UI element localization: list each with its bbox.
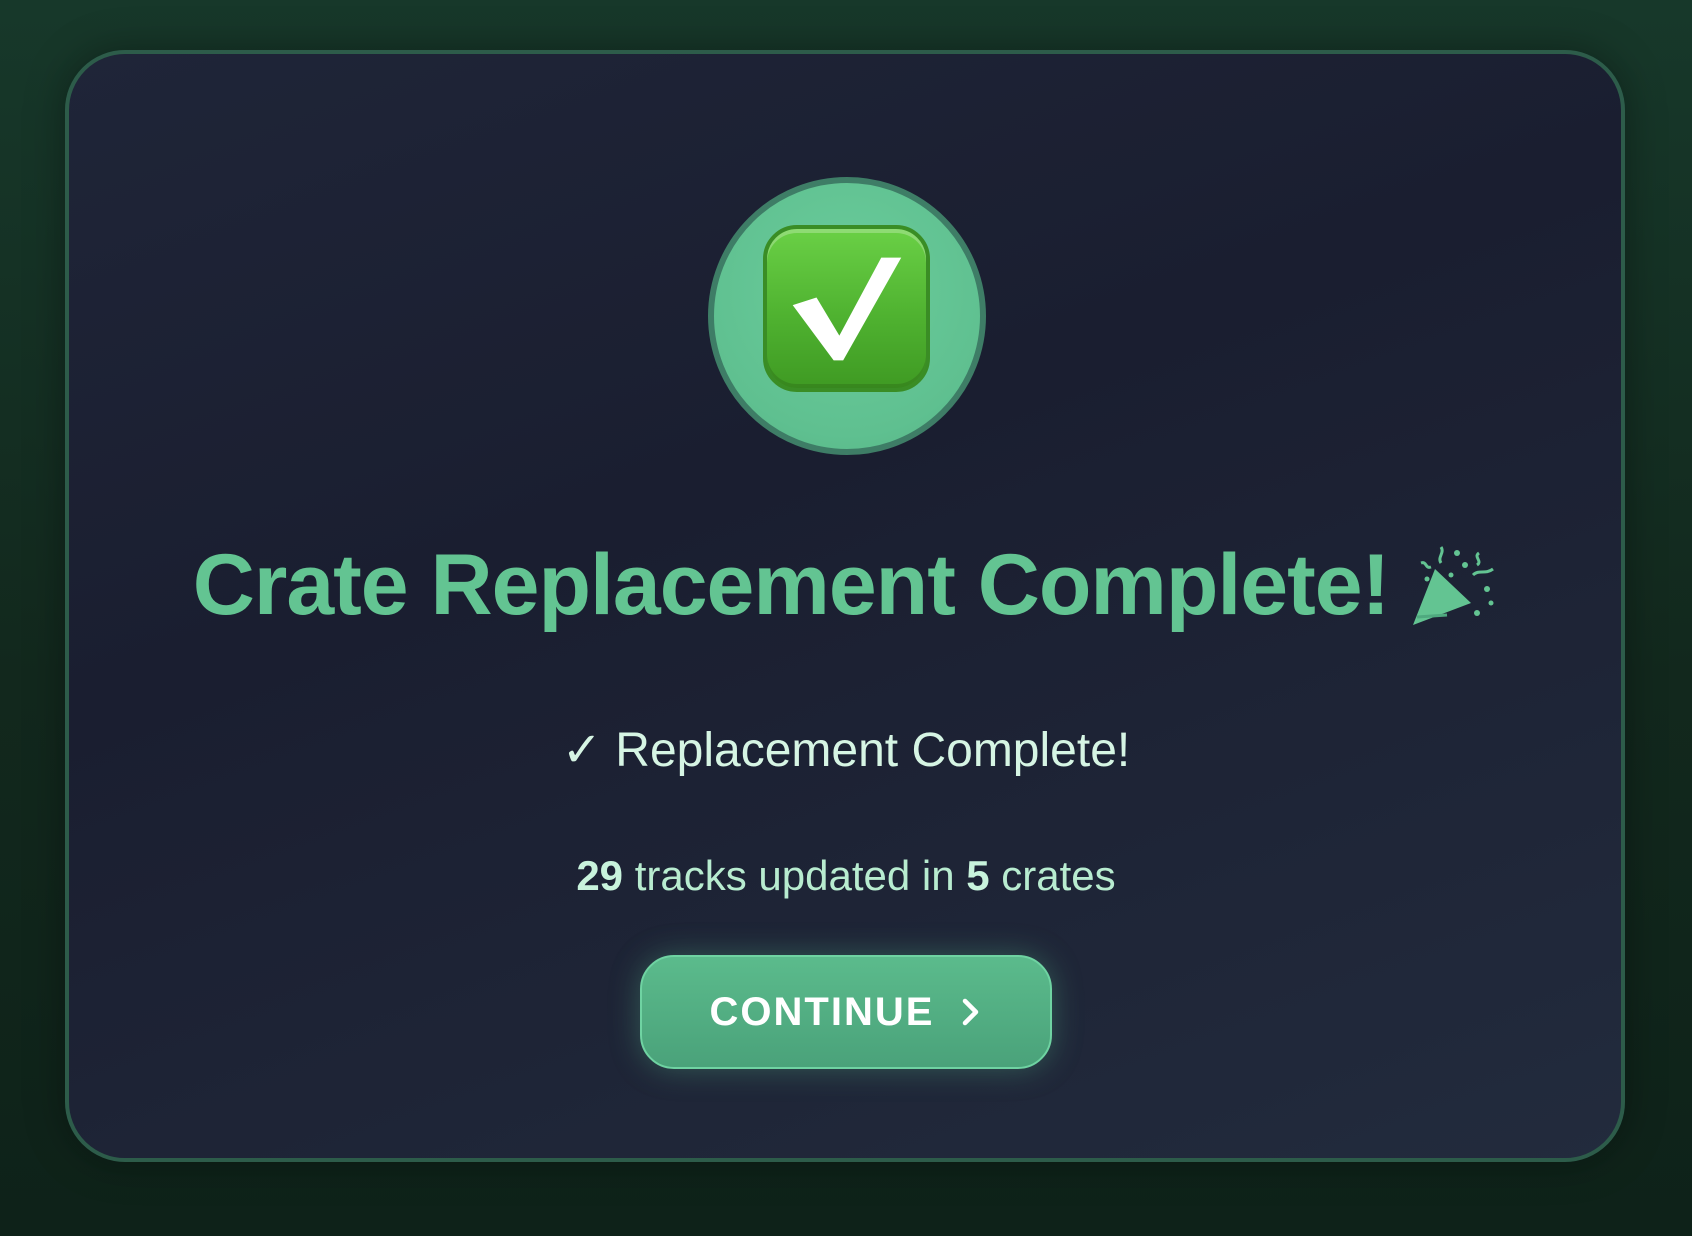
summary-text: 29 tracks updated in 5 crates [0, 852, 1692, 900]
check-box-icon [763, 225, 930, 392]
continue-button[interactable]: CONTINUE [640, 955, 1052, 1069]
dialog-title: Crate Replacement Complete! [192, 536, 1390, 633]
continue-label: CONTINUE [709, 989, 935, 1034]
chevron-right-icon [963, 998, 979, 1026]
tracks-label: tracks updated in [634, 852, 955, 899]
tracks-count: 29 [576, 852, 624, 899]
party-popper-icon [1413, 546, 1495, 625]
crates-count: 5 [966, 852, 990, 899]
title-row: Crate Replacement Complete! [0, 525, 1692, 645]
crates-label: crates [1001, 852, 1116, 899]
status-text: ✓ Replacement Complete! [561, 724, 1131, 777]
